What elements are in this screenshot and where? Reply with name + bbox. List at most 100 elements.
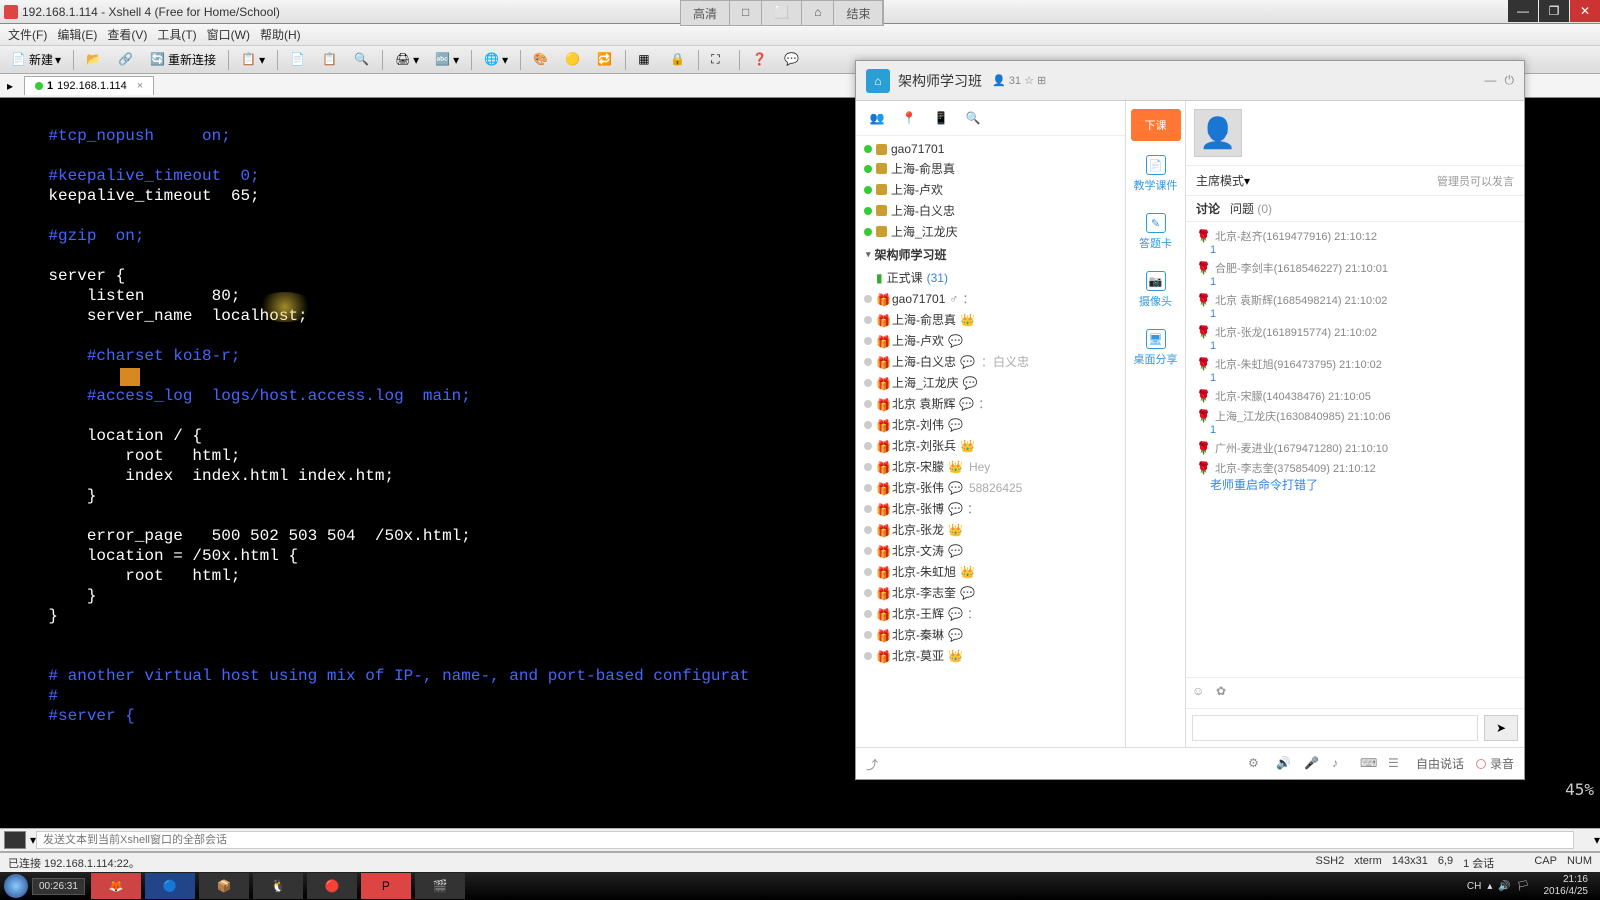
camera-button[interactable]: 📷摄像头 — [1131, 265, 1181, 315]
speaker-item[interactable]: 上海-俞思真 — [856, 158, 1125, 179]
menu-help[interactable]: 帮助(H) — [260, 26, 301, 43]
font-button[interactable]: 🔤▾ — [428, 48, 466, 72]
speaker-item[interactable]: 上海-白义忠 — [856, 200, 1125, 221]
open-button[interactable]: 📂 — [79, 48, 109, 72]
speaker-item[interactable]: 上海-卢欢 — [856, 179, 1125, 200]
chat-power-button[interactable]: ⏻ — [1505, 73, 1515, 88]
speaker-item[interactable]: 上海_江龙庆 — [856, 221, 1125, 242]
member-item[interactable]: 🎁上海-俞思真👑 — [856, 309, 1125, 330]
member-item[interactable]: 🎁北京-文涛💬 — [856, 540, 1125, 561]
window-button[interactable]: ⬜ — [762, 1, 802, 25]
tray-icon[interactable]: ▴ — [1487, 881, 1492, 892]
end-class-button[interactable]: 下课 — [1131, 109, 1181, 141]
menu-tool[interactable]: 工具(T) — [157, 26, 196, 43]
tray-icon[interactable]: 🔊 — [1498, 881, 1510, 892]
taskbar-item[interactable]: 🔵 — [145, 873, 195, 899]
reconnect-button[interactable]: 🔄重新连接 — [143, 47, 223, 72]
mic-icon[interactable]: 🎤 — [1304, 756, 1320, 772]
member-item[interactable]: 🎁北京-刘张兵👑 — [856, 435, 1125, 456]
member-item[interactable]: 🎁北京-王辉💬： — [856, 603, 1125, 624]
keyboard-icon[interactable]: ⌨ — [1360, 756, 1376, 772]
broadcast-input[interactable] — [36, 831, 1574, 849]
member-item[interactable]: 🎁北京-李志奎💬 — [856, 582, 1125, 603]
message-list[interactable]: 🌹北京-赵齐(1619477916) 21:10:121🌹合肥-李剑丰(1618… — [1186, 222, 1524, 677]
minimize-button[interactable]: — — [1508, 0, 1538, 22]
taskbar-item[interactable]: 📦 — [199, 873, 249, 899]
music-icon[interactable]: ♪ — [1332, 756, 1348, 772]
end-button[interactable]: 结束 — [834, 1, 883, 25]
search-icon[interactable]: 🔍 — [964, 109, 982, 127]
find-button[interactable]: 🔍 — [347, 48, 377, 72]
member-item[interactable]: 🎁上海-白义忠💬：白义忠 — [856, 351, 1125, 372]
group-header[interactable]: ▾架构师学习班 — [856, 242, 1125, 267]
member-list[interactable]: gao71701上海-俞思真上海-卢欢上海-白义忠上海_江龙庆▾架构师学习班▮正… — [856, 136, 1125, 747]
location-icon[interactable]: 📍 — [900, 109, 918, 127]
lock-button[interactable]: 🔒 — [663, 48, 693, 72]
chat-button[interactable]: 💬 — [777, 48, 807, 72]
taskbar-item[interactable]: 🎬 — [415, 873, 465, 899]
select-button[interactable]: □ — [730, 1, 762, 25]
terminal-icon[interactable] — [4, 831, 26, 849]
emoji-icon[interactable]: ☺ — [1192, 684, 1210, 702]
speaker-item[interactable]: gao71701 — [856, 140, 1125, 158]
member-item[interactable]: 🎁北京-秦琳💬 — [856, 624, 1125, 645]
subgroup-header[interactable]: ▮正式课(31) — [856, 267, 1125, 288]
highlight-button[interactable]: 🟡 — [558, 48, 588, 72]
member-item[interactable]: 🎁gao71701♂： — [856, 288, 1125, 309]
chat-input[interactable] — [1192, 715, 1478, 741]
chat-minimize-button[interactable]: — — [1485, 73, 1497, 88]
tab-add-button[interactable]: ▸ — [0, 75, 20, 97]
transfer-button[interactable]: 🔁 — [590, 48, 620, 72]
system-clock[interactable]: 21:16 2016/4/25 — [1536, 874, 1597, 898]
member-item[interactable]: 🎁北京-宋朦👑Hey — [856, 456, 1125, 477]
hd-button[interactable]: 高清 — [681, 1, 730, 25]
broadcast-dropdown[interactable]: ▾ — [1594, 833, 1600, 847]
color-button[interactable]: 🎨 — [526, 48, 556, 72]
member-item[interactable]: 🎁上海_江龙庆💬 — [856, 372, 1125, 393]
taskbar-item[interactable]: 🔴 — [307, 873, 357, 899]
print-button[interactable]: 🖨▾ — [388, 48, 426, 72]
flower-icon[interactable]: ✿ — [1216, 684, 1234, 702]
taskbar-item[interactable]: P — [361, 873, 411, 899]
people-icon[interactable]: 👥 — [868, 109, 886, 127]
globe-button[interactable]: 🌐▾ — [477, 48, 515, 72]
member-item[interactable]: 🎁北京-张博💬： — [856, 498, 1125, 519]
taskbar-item[interactable]: 🦊 — [91, 873, 141, 899]
fullscreen-button[interactable]: ⛶ — [704, 48, 734, 72]
record-button[interactable]: 录音 — [1476, 755, 1514, 772]
link-button[interactable]: 🔗 — [111, 48, 141, 72]
screen-share-button[interactable]: 🖥桌面分享 — [1131, 323, 1181, 373]
ime-indicator[interactable]: CH — [1467, 881, 1481, 892]
maximize-button[interactable]: ❐ — [1539, 0, 1569, 22]
menu-edit[interactable]: 编辑(E) — [57, 26, 97, 43]
phone-icon[interactable]: 📱 — [932, 109, 950, 127]
copy-button[interactable]: 📄 — [283, 48, 313, 72]
speaker-icon[interactable]: 🔊 — [1276, 756, 1292, 772]
member-item[interactable]: 🎁上海-卢欢💬 — [856, 330, 1125, 351]
properties-button[interactable]: 📋▾ — [234, 48, 272, 72]
member-item[interactable]: 🎁北京-莫亚👑 — [856, 645, 1125, 666]
paste-button[interactable]: 📋 — [315, 48, 345, 72]
help-button[interactable]: ❓ — [745, 48, 775, 72]
menu-file[interactable]: 文件(F) — [8, 26, 47, 43]
tab-discussion[interactable]: 讨论 — [1196, 200, 1220, 217]
member-item[interactable]: 🎁北京-朱虹旭👑 — [856, 561, 1125, 582]
tray-icon[interactable]: 🏳 — [1517, 881, 1530, 892]
member-item[interactable]: 🎁北京-刘伟💬 — [856, 414, 1125, 435]
answer-card-button[interactable]: ✎答题卡 — [1131, 207, 1181, 257]
session-tab[interactable]: 1 192.168.1.114 × — [24, 76, 154, 95]
tab-close-button[interactable]: × — [137, 80, 143, 92]
terminal[interactable]: #tcp_nopush on; #keepalive_timeout 0; ke… — [0, 98, 855, 778]
courseware-button[interactable]: 📄教学课件 — [1131, 149, 1181, 199]
taskbar-item[interactable]: 🐧 — [253, 873, 303, 899]
exit-icon[interactable]: ⤴ — [866, 756, 882, 772]
bars-icon[interactable]: ☰ — [1388, 756, 1404, 772]
member-item[interactable]: 🎁北京 袁斯辉💬： — [856, 393, 1125, 414]
menu-window[interactable]: 窗口(W) — [207, 26, 250, 43]
member-item[interactable]: 🎁北京-张伟💬58826425 — [856, 477, 1125, 498]
menu-view[interactable]: 查看(V) — [107, 26, 147, 43]
start-button[interactable] — [4, 874, 28, 898]
home-button[interactable]: ⌂ — [802, 1, 834, 25]
tile-button[interactable]: ▦ — [631, 48, 661, 72]
tab-questions[interactable]: 问题 (0) — [1230, 200, 1272, 217]
